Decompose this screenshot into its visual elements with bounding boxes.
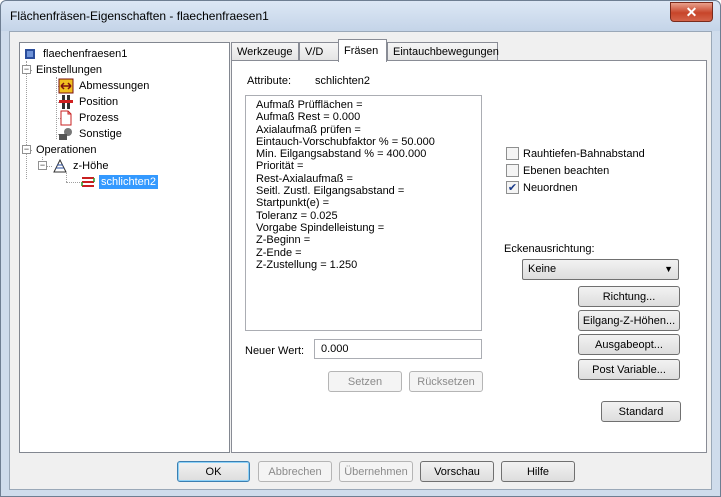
zhoehe-expander-icon[interactable]: −	[38, 161, 47, 170]
tree-item-position[interactable]: Position	[58, 94, 120, 110]
attributes-label: Attribute:	[247, 75, 292, 87]
corner-select[interactable]: Keine ▼	[522, 259, 679, 280]
z-level-icon	[52, 158, 68, 174]
attribute-line[interactable]: Axialaufmaß prüfen =	[256, 124, 471, 136]
checkbox-label: Neuordnen	[523, 181, 578, 194]
ruecksetzen-button[interactable]: Rücksetzen	[409, 371, 483, 392]
vorschau-button[interactable]: Vorschau	[420, 461, 494, 482]
attribute-line[interactable]: Min. Eilgangsabstand % = 400.000	[256, 148, 471, 160]
richtung-button[interactable]: Richtung...	[578, 286, 680, 307]
process-document-icon	[58, 110, 74, 126]
checkbox-label: Rauhtiefen-Bahnabstand	[523, 147, 645, 160]
misc-shapes-icon	[58, 126, 74, 142]
fraesen-panel: Attribute: schlichten2 Aufmaß Prüffläche…	[231, 60, 707, 453]
attribute-line[interactable]: Z-Ende =	[256, 247, 471, 259]
attributes-value: schlichten2	[315, 75, 371, 87]
tree-item-abmessungen[interactable]: Abmessungen	[58, 78, 151, 94]
tree-root[interactable]: flaechenfraesen1	[22, 46, 129, 62]
tree-item-label: Abmessungen	[79, 80, 150, 92]
abbrechen-button[interactable]: Abbrechen	[258, 461, 332, 482]
tree-item-label: Prozess	[79, 112, 119, 124]
tree-op-schlichten2[interactable]: schlichten2	[80, 174, 159, 190]
standard-button[interactable]: Standard	[601, 401, 681, 422]
neuordnen-checkbox[interactable]: ✔ Neuordnen	[506, 181, 577, 194]
part-icon	[22, 46, 38, 62]
tab-vd[interactable]: V/D	[299, 42, 339, 61]
position-icon	[58, 94, 74, 110]
tree-item-sonstige[interactable]: Sonstige	[58, 126, 124, 142]
close-icon: ✕	[685, 3, 698, 20]
checkbox-box	[506, 147, 519, 160]
tree-op-label: z-Höhe	[73, 160, 109, 172]
dimensions-icon	[58, 78, 74, 94]
toolpath-icon	[80, 174, 96, 190]
tab-eintauchbewegungen[interactable]: Eintauchbewegungen	[387, 42, 499, 61]
dialog-window: Flächenfräsen-Eigenschaften - flaechenfr…	[0, 0, 721, 497]
tree-op-zhoehe[interactable]: z-Höhe	[52, 158, 110, 174]
eilgang-z-hoehen-button[interactable]: Eilgang-Z-Höhen...	[578, 310, 680, 331]
corner-label: Eckenausrichtung:	[504, 243, 595, 255]
tree-root-label: flaechenfraesen1	[43, 48, 128, 60]
tree-operations-label: Operationen	[36, 144, 97, 156]
chevron-down-icon: ▼	[664, 264, 673, 274]
attribute-line[interactable]: Seitl. Zustl. Eilgangsabstand =	[256, 185, 471, 197]
attribute-line[interactable]: Toleranz = 0.025	[256, 210, 471, 222]
attribute-line[interactable]: Eintauch-Vorschubfaktor % = 50.000	[256, 136, 471, 148]
tab-werkzeuge[interactable]: Werkzeuge	[231, 42, 299, 61]
tree-item-prozess[interactable]: Prozess	[58, 110, 121, 126]
close-button[interactable]: ✕	[670, 2, 713, 22]
tree-operations[interactable]: Operationen	[34, 142, 99, 158]
tree-settings-label: Einstellungen	[36, 64, 103, 76]
attribute-line[interactable]: Z-Beginn =	[256, 234, 471, 246]
tree-op-sub-label: schlichten2	[99, 175, 159, 189]
window-title: Flächenfräsen-Eigenschaften - flaechenfr…	[10, 9, 269, 23]
tree-item-label: Position	[79, 96, 119, 108]
attributes-list[interactable]: Aufmaß Prüfflächen = Aufmaß Rest = 0.000…	[245, 95, 482, 331]
new-value-label: Neuer Wert:	[245, 345, 305, 357]
title-bar: Flächenfräsen-Eigenschaften - flaechenfr…	[1, 1, 720, 31]
checkbox-box	[506, 164, 519, 177]
attribute-line[interactable]: Priorität =	[256, 160, 471, 172]
new-value-input[interactable]: 0.000	[314, 339, 482, 359]
attribute-line[interactable]: Aufmaß Prüfflächen =	[256, 99, 471, 111]
ebenen-checkbox[interactable]: Ebenen beachten	[506, 164, 609, 177]
hilfe-button[interactable]: Hilfe	[501, 461, 575, 482]
tab-fraesen[interactable]: Fräsen	[338, 39, 387, 62]
dialog-client: flaechenfraesen1 − Einstellungen Abmessu…	[9, 31, 712, 490]
attribute-line[interactable]: Startpunkt(e) =	[256, 197, 471, 209]
setzen-button[interactable]: Setzen	[328, 371, 402, 392]
tree-settings[interactable]: Einstellungen	[34, 62, 104, 78]
attribute-line[interactable]: Rest-Axialaufmaß =	[256, 173, 471, 185]
operations-expander-icon[interactable]: −	[22, 145, 31, 154]
uebernehmen-button[interactable]: Übernehmen	[339, 461, 413, 482]
attribute-line[interactable]: Aufmaß Rest = 0.000	[256, 111, 471, 123]
settings-expander-icon[interactable]: −	[22, 65, 31, 74]
corner-select-value: Keine	[528, 263, 557, 275]
checkmark-icon: ✔	[506, 181, 519, 194]
attribute-line[interactable]: Z-Zustellung = 1.250	[256, 259, 471, 271]
ausgabeopt-button[interactable]: Ausgabeopt...	[578, 334, 680, 355]
checkbox-label: Ebenen beachten	[523, 164, 610, 177]
operation-tree: flaechenfraesen1 − Einstellungen Abmessu…	[19, 42, 230, 453]
post-variable-button[interactable]: Post Variable...	[578, 359, 680, 380]
ok-button[interactable]: OK	[177, 461, 250, 482]
tree-item-label: Sonstige	[79, 128, 122, 140]
attribute-line[interactable]: Vorgabe Spindelleistung =	[256, 222, 471, 234]
rauhtiefen-checkbox[interactable]: Rauhtiefen-Bahnabstand	[506, 147, 645, 160]
